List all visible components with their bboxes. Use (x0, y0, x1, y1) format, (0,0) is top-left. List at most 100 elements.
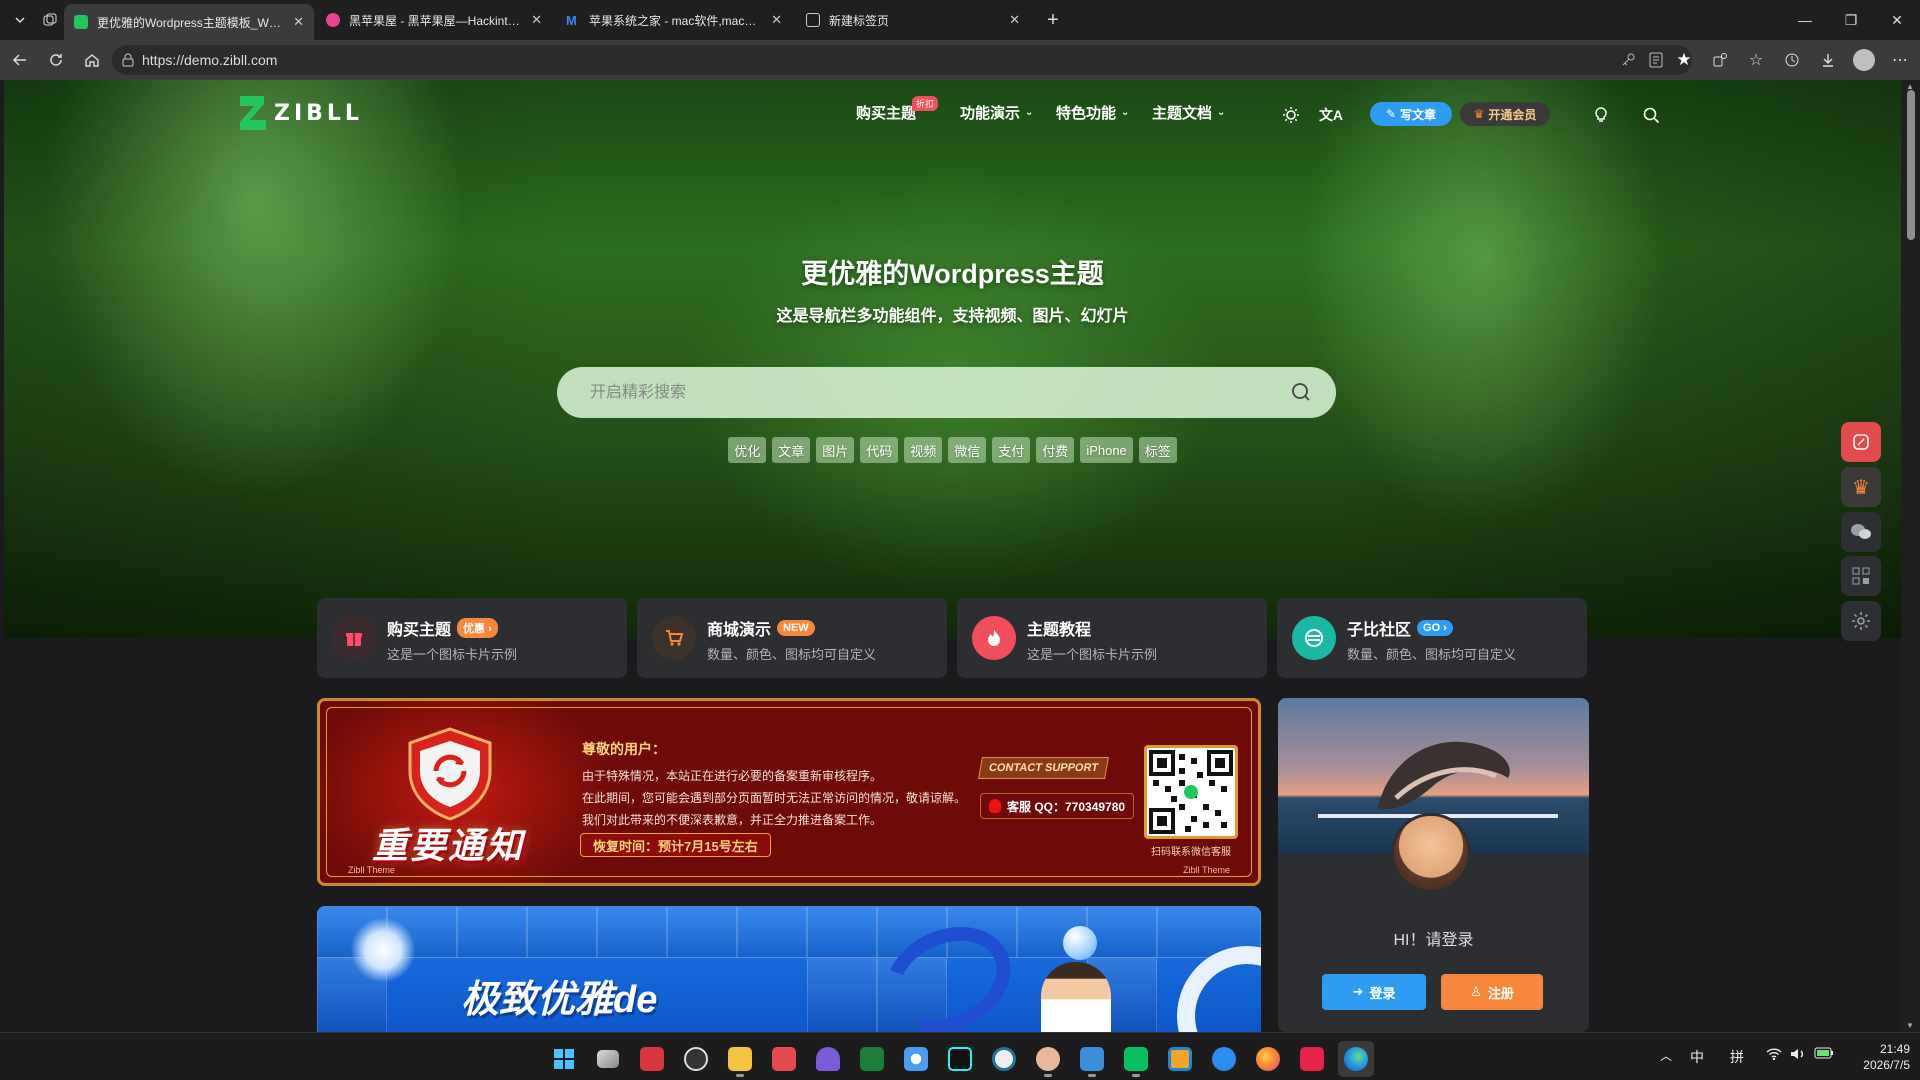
tag-link[interactable]: 微信 (948, 437, 987, 463)
address-bar[interactable]: https://demo.zibll.com (112, 45, 1692, 75)
icon-card-community[interactable]: 子比社区 GO › 数量、颜色、图标均可自定义 (1277, 598, 1587, 678)
app-cloud-icon[interactable] (1206, 1041, 1242, 1077)
icon-card-shop[interactable]: 商城演示 NEW 数量、颜色、图标均可自定义 (637, 598, 947, 678)
restore-window-icon[interactable]: ❐ (1828, 0, 1874, 40)
workspaces-icon[interactable] (36, 6, 64, 34)
app-flower-icon[interactable] (898, 1041, 934, 1077)
history-icon[interactable] (1778, 46, 1806, 74)
more-menu-icon[interactable]: ⋯ (1886, 46, 1914, 74)
tab-macos-home[interactable]: M 苹果系统之家 - mac软件,macOS镜像 ✕ (556, 4, 792, 36)
tag-link[interactable]: 视频 (904, 437, 943, 463)
tab-new[interactable]: 新建标签页 ✕ (796, 4, 1030, 36)
tag-link[interactable]: 图片 (816, 437, 855, 463)
favorites-icon[interactable]: ☆ (1742, 46, 1770, 74)
new-tab-plus-icon[interactable]: + (1039, 6, 1067, 34)
avatar[interactable] (1391, 813, 1471, 893)
tab-zibll[interactable]: 更优雅的Wordpress主题模板_WP主题 ✕ (64, 4, 314, 40)
tag-link[interactable]: 标签 (1138, 437, 1177, 463)
tag-link[interactable]: iPhone (1080, 437, 1133, 463)
show-hidden-icons-chevron-up-icon[interactable]: ︿ (1660, 1047, 1672, 1064)
nav-label: 特色功能 (1056, 105, 1117, 122)
edge-browser-icon[interactable] (1338, 1041, 1374, 1077)
tag-link[interactable]: 文章 (772, 437, 811, 463)
float-crown-icon[interactable]: ♛ (1841, 467, 1881, 507)
app-orange-box-icon[interactable] (1162, 1041, 1198, 1077)
search-icon[interactable] (1638, 102, 1664, 128)
close-tab-icon[interactable]: ✕ (1009, 12, 1020, 28)
clock[interactable]: 21:49 2026/7/5 (1856, 1041, 1910, 1073)
search-input[interactable] (557, 367, 1257, 418)
tab-heipingguo[interactable]: 黑苹果屋 - 黑苹果屋—Hackintosh黑苹果 ✕ (316, 4, 552, 36)
app-z-icon[interactable] (766, 1041, 802, 1077)
app-red-cat-icon[interactable] (634, 1041, 670, 1077)
open-vip-button[interactable]: ♛ 开通会员 (1460, 102, 1550, 126)
qq-contact[interactable]: 客服 QQ：770349780 (980, 793, 1135, 819)
app-purple-icon[interactable] (810, 1041, 846, 1077)
back-icon[interactable] (6, 46, 34, 74)
app-red-a-icon[interactable] (1294, 1041, 1330, 1077)
app-blue-window-icon[interactable] (1074, 1041, 1110, 1077)
search-icon[interactable] (1290, 381, 1312, 403)
ime-mode[interactable]: 拼 (1730, 1047, 1744, 1067)
app-green-shield-icon[interactable] (854, 1041, 890, 1077)
nav-label: 功能演示 (960, 105, 1021, 122)
page-scrollbar[interactable]: ▲ ▼ (1901, 80, 1920, 1032)
write-label: 写文章 (1400, 107, 1437, 122)
battery-icon[interactable] (1814, 1047, 1834, 1059)
bulb-icon[interactable] (1588, 102, 1614, 128)
login-button[interactable]: ➜ 登录 (1322, 974, 1426, 1010)
icon-card-buy[interactable]: 购买主题 优惠 › 这是一个图标卡片示例 (317, 598, 627, 678)
extensions-icon[interactable] (1706, 46, 1734, 74)
wifi-icon[interactable] (1766, 1047, 1782, 1061)
start-menu-icon[interactable] (546, 1041, 582, 1077)
app-obs-icon[interactable] (678, 1041, 714, 1077)
volume-icon[interactable] (1790, 1047, 1806, 1061)
profile-avatar[interactable] (1850, 46, 1878, 74)
tag-link[interactable]: 付费 (1036, 437, 1075, 463)
nav-features-demo[interactable]: 功能演示 ⌄ (960, 102, 1033, 123)
nav-docs[interactable]: 主题文档 ⌄ (1152, 102, 1225, 123)
close-tab-icon[interactable]: ✕ (531, 12, 542, 28)
file-explorer-icon[interactable] (722, 1041, 758, 1077)
tag-link[interactable]: 支付 (992, 437, 1031, 463)
app-avatar-icon[interactable] (1030, 1041, 1066, 1077)
tag-link[interactable]: 代码 (860, 437, 899, 463)
notice-line: 由于特殊情况，本站正在进行必要的备案重新审核程序。 (582, 769, 883, 783)
tab-list-button[interactable] (6, 6, 34, 34)
float-qrcode-icon[interactable] (1841, 556, 1881, 596)
float-settings-gear-icon[interactable] (1841, 601, 1881, 641)
translate-icon[interactable]: 文A (1318, 102, 1344, 128)
card-title: 主题教程 (1027, 622, 1092, 639)
close-window-icon[interactable]: ✕ (1874, 0, 1920, 40)
notice-banner[interactable]: 重要通知 尊敬的用户： 由于特殊情况，本站正在进行必要的备案重新审核程序。 在此… (317, 698, 1261, 886)
nav-special[interactable]: 特色功能 ⌄ (1056, 102, 1129, 123)
key-icon[interactable] (1614, 46, 1642, 74)
reader-view-icon[interactable] (1642, 46, 1670, 74)
theme-toggle-sun-icon[interactable] (1278, 102, 1304, 128)
wechat-icon[interactable] (1118, 1041, 1154, 1077)
tag-link[interactable]: 优化 (728, 437, 767, 463)
wordpress-icon[interactable] (986, 1041, 1022, 1077)
minimize-window-icon[interactable]: — (1782, 0, 1828, 40)
hero-subtitle: 这是导航栏多功能组件，支持视频、图片、幻灯片 (776, 308, 1129, 325)
scrollbar-thumb[interactable] (1907, 90, 1915, 240)
promo-banner[interactable]: 极致优雅de (317, 906, 1261, 1032)
favorite-star-icon[interactable]: ★ (1670, 46, 1698, 74)
icon-card-tutorial[interactable]: 主题教程 这是一个图标卡片示例 (957, 598, 1267, 678)
task-view-icon[interactable] (590, 1041, 626, 1077)
scroll-down-arrow-icon[interactable]: ▼ (1906, 1021, 1914, 1030)
close-tab-icon[interactable]: ✕ (293, 14, 304, 30)
site-logo[interactable]: ZIBLL (238, 96, 363, 130)
write-post-button[interactable]: ✎ 写文章 (1370, 102, 1452, 126)
tiktok-icon[interactable] (942, 1041, 978, 1077)
firefox-icon[interactable] (1250, 1041, 1286, 1077)
close-tab-icon[interactable]: ✕ (771, 12, 782, 28)
float-discount-icon[interactable] (1841, 422, 1881, 462)
download-icon[interactable] (1814, 46, 1842, 74)
home-icon[interactable] (78, 46, 106, 74)
nav-buy-theme[interactable]: 购买主题 (856, 102, 916, 123)
refresh-icon[interactable] (42, 46, 70, 74)
float-wechat-icon[interactable] (1841, 512, 1881, 552)
ime-language[interactable]: 中 (1690, 1047, 1704, 1067)
register-button[interactable]: ♙ 注册 (1441, 974, 1543, 1010)
